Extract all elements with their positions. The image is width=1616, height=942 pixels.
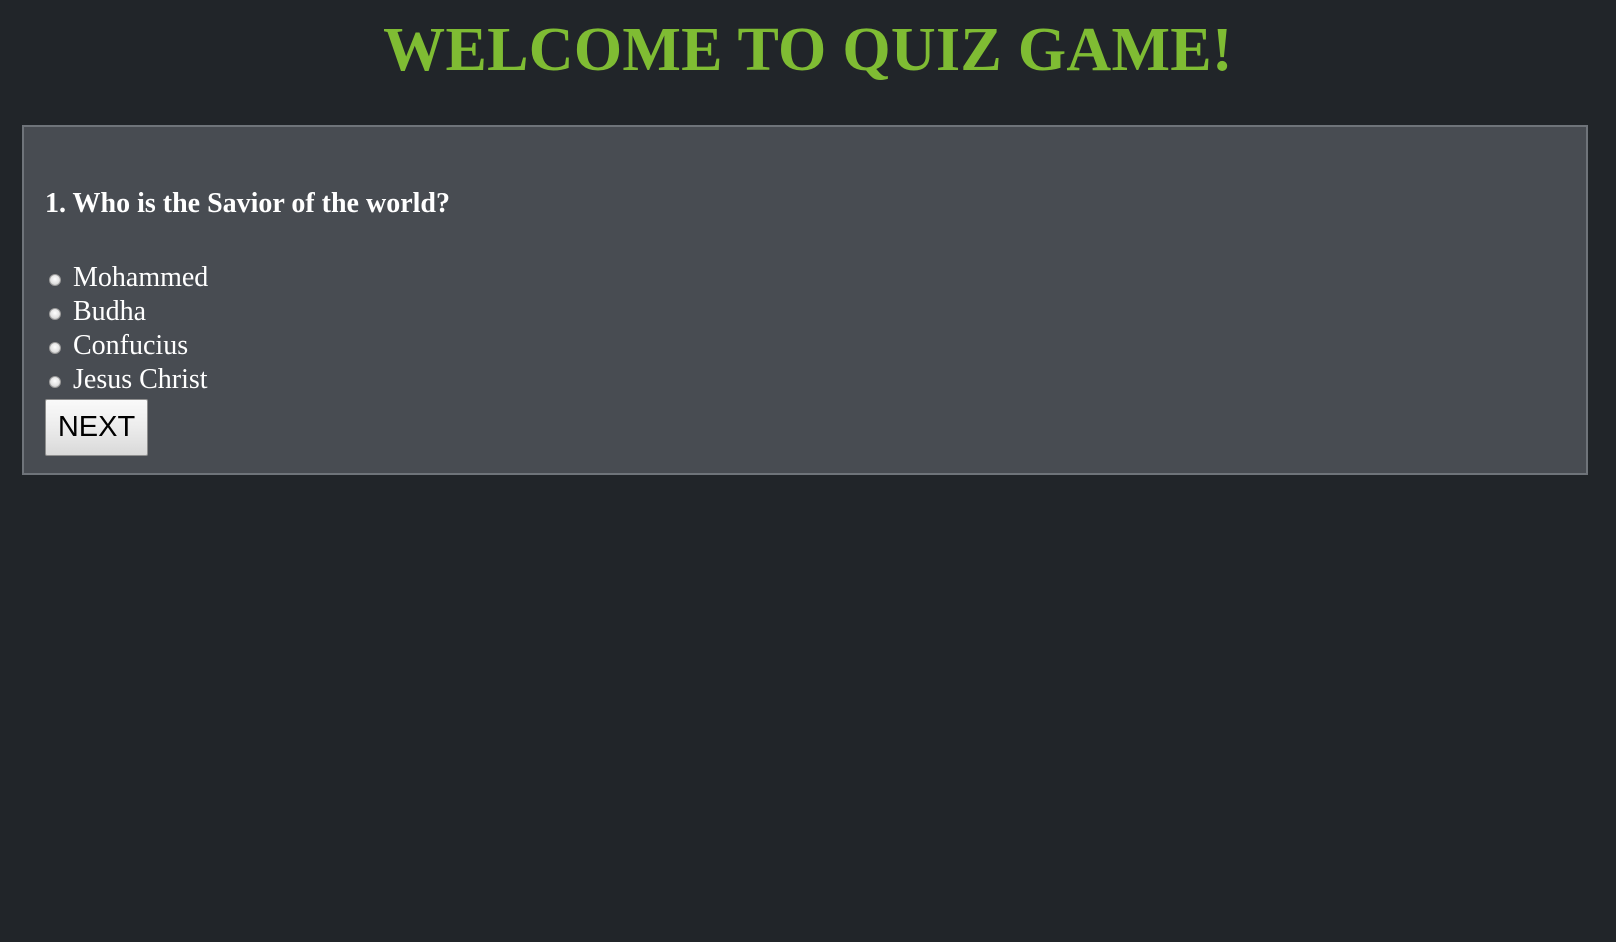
- radio-button[interactable]: [49, 342, 61, 354]
- option-jesus-christ[interactable]: Jesus Christ: [45, 363, 208, 397]
- question-text: 1. Who is the Savior of the world?: [45, 188, 450, 219]
- answer-options: Mohammed Budha Confucius Jesus Christ: [45, 261, 208, 397]
- option-label: Mohammed: [73, 262, 209, 293]
- radio-button[interactable]: [49, 274, 61, 286]
- next-button[interactable]: NEXT: [45, 399, 148, 456]
- quiz-panel: 1. Who is the Savior of the world? Moham…: [22, 125, 1588, 475]
- option-confucius[interactable]: Confucius: [45, 329, 208, 363]
- option-label: Confucius: [73, 330, 189, 361]
- option-label: Jesus Christ: [73, 364, 208, 395]
- option-label: Budha: [73, 296, 147, 327]
- page-title: WELCOME TO QUIZ GAME!: [383, 16, 1233, 84]
- option-mohammed[interactable]: Mohammed: [45, 261, 208, 295]
- option-budha[interactable]: Budha: [45, 295, 208, 329]
- radio-button[interactable]: [49, 308, 61, 320]
- radio-button[interactable]: [49, 376, 61, 388]
